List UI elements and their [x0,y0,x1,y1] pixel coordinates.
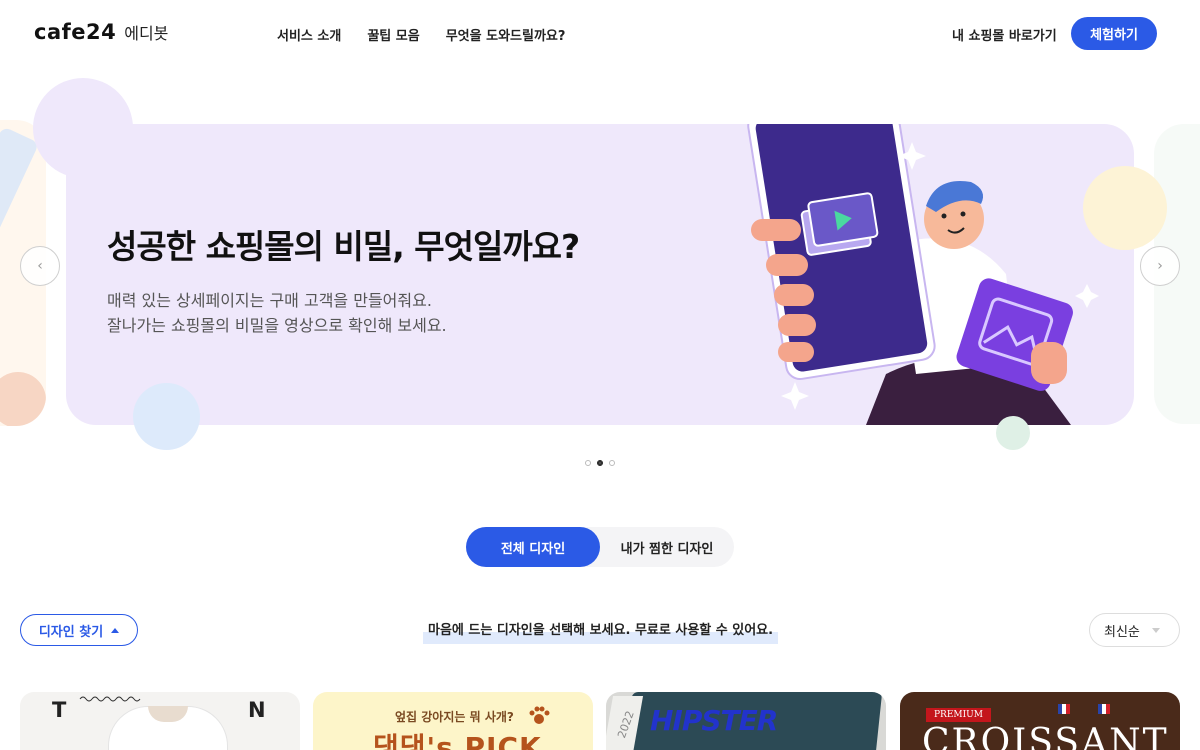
nav-item-help[interactable]: 무엇을 도와드릴까요? [446,25,566,44]
caret-up-icon [111,627,120,633]
hero-slide[interactable] [66,124,1134,425]
main-nav: 서비스 소개 꿀팁 모음 무엇을 도와드릴까요? [277,25,565,44]
card-2-subtitle: 엎집 강아지는 뭐 사개? [395,710,514,724]
design-tabs: 전체 디자인 내가 찜한 디자인 [466,527,734,567]
design-card-2[interactable]: 엎집 강아지는 뭐 사개? 댕댕's PICK [313,692,593,750]
paw-icon [529,706,550,724]
carousel-next-button[interactable]: › [1140,246,1180,286]
hero-description-line-2: 잘나가는 쇼핑몰의 비밀을 영상으로 확인해 보세요. [107,316,447,335]
decor-circle-green [996,416,1030,450]
card-1-letter-left: T [52,698,67,722]
chevron-down-icon [1151,627,1160,633]
logo[interactable]: cafe24 에디봇 [34,20,168,44]
selection-notice: 마음에 드는 디자인을 선택해 보세요. 무료로 사용할 수 있어요. [423,620,779,644]
find-design-label: 디자인 찾기 [38,624,104,640]
carousel-dot-1[interactable] [585,460,591,466]
card-4-title: CROISSANT [922,722,1169,750]
card-1-letter-right: N [248,698,266,722]
chevron-left-icon: ‹ [37,258,43,274]
tab-favorite-designs[interactable]: 내가 찜한 디자인 [600,527,734,567]
design-card-1[interactable]: T N [20,692,300,750]
sort-selected-value: 최신순 [1104,624,1140,640]
trial-button[interactable]: 체험하기 [1071,17,1157,50]
decor-circle-blue [133,383,200,450]
carousel-prev-button[interactable]: ‹ [20,246,60,286]
chevron-right-icon: › [1157,258,1163,274]
nav-item-service-intro[interactable]: 서비스 소개 [277,25,341,44]
nav-item-tips[interactable]: 꿀팁 모음 [367,25,419,44]
logo-wordmark: cafe24 [34,20,117,44]
card-4-badge: PREMIUM [926,708,991,722]
carousel-pagination [585,460,615,466]
hero-illustration [747,124,1099,425]
tab-all-designs[interactable]: 전체 디자인 [466,527,600,567]
card-2-title: 댕댕's PICK [373,731,542,750]
decor-circle-yellow [1083,166,1167,250]
logo-subtitle: 에디봇 [124,24,169,43]
my-mall-link[interactable]: 내 쇼핑몰 바로가기 [952,25,1057,44]
header: cafe24 에디봇 서비스 소개 꿀팁 모음 무엇을 도와드릴까요? 내 쇼핑… [0,0,1200,66]
hero-title: 성공한 쇼핑몰의 비밀, 무엇일까요? [107,227,580,266]
carousel-dot-2[interactable] [597,460,603,466]
hero-description-line-1: 매력 있는 상세페이지는 구매 고객을 만들어줘요. [107,291,432,310]
french-flag-icon [1098,704,1110,714]
find-design-button[interactable]: 디자인 찾기 [20,614,138,646]
design-card-3[interactable]: 2022 HIPSTER [606,692,886,750]
french-flag-icon [1058,704,1070,714]
sort-select[interactable]: 최신순 [1089,613,1180,647]
carousel-dot-3[interactable] [609,460,615,466]
card-3-title: HIPSTER [650,704,778,737]
design-card-4[interactable]: PREMIUM CROISSANT [900,692,1180,750]
hero-description: 매력 있는 상세페이지는 구매 고객을 만들어줘요. 잘나가는 쇼핑몰의 비밀을… [107,288,447,338]
